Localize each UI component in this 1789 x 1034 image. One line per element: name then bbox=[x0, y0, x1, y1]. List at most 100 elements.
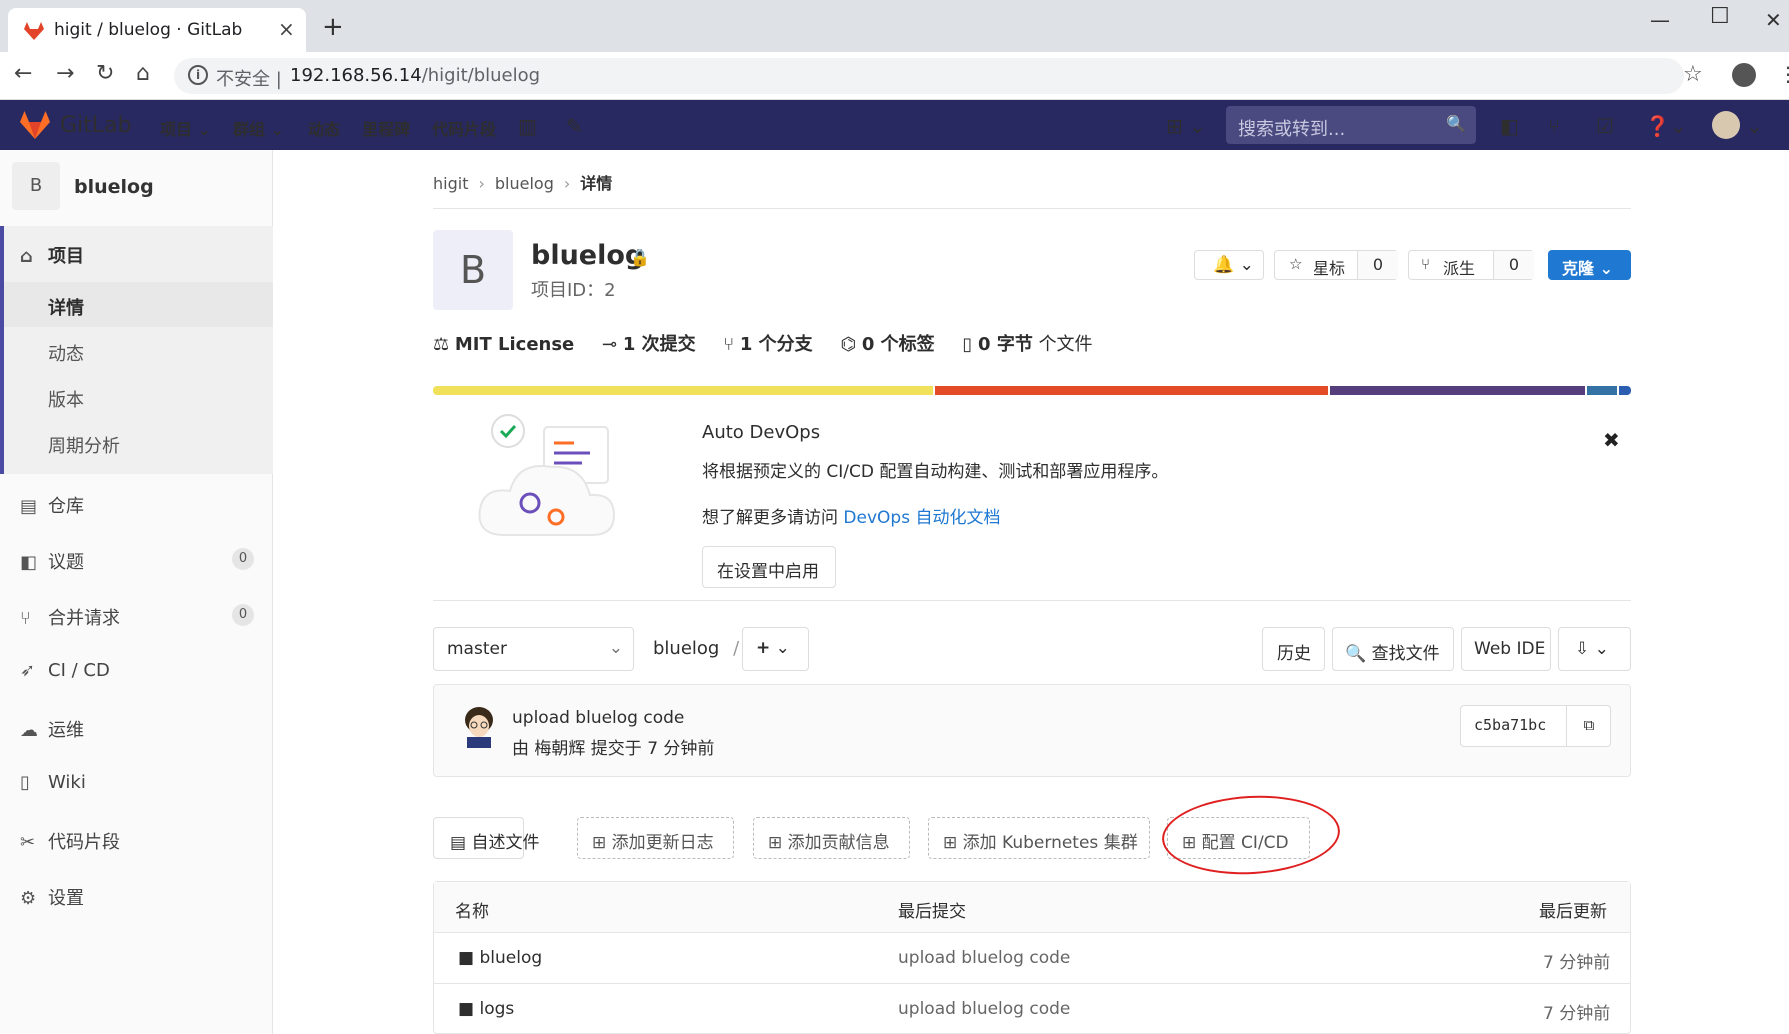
issues-icon[interactable]: ◧ bbox=[1500, 114, 1519, 138]
sidebar-subitem-releases[interactable]: 版本 bbox=[48, 386, 84, 412]
nav-milestones[interactable]: 里程碑 bbox=[362, 116, 410, 140]
row-commit-message[interactable]: upload bluelog code bbox=[898, 999, 1070, 1019]
help-icon[interactable]: ❓⌄ bbox=[1645, 114, 1687, 138]
merge-requests-count-badge: 0 bbox=[232, 604, 254, 626]
sidebar-subitem-cycle-analytics[interactable]: 周期分析 bbox=[48, 432, 120, 458]
profile-icon[interactable] bbox=[1732, 63, 1756, 87]
tab-close-icon[interactable]: × bbox=[278, 17, 295, 41]
add-kubernetes-button[interactable]: ⊞ 添加 Kubernetes 集群 bbox=[928, 817, 1150, 859]
lock-icon: 🔒 bbox=[630, 248, 650, 267]
gitlab-logo-icon[interactable] bbox=[20, 111, 50, 139]
sidebar-subitem-details[interactable]: 详情 bbox=[48, 294, 84, 320]
user-avatar[interactable] bbox=[1712, 111, 1740, 139]
download-dropdown[interactable]: ⇩ ⌄ bbox=[1558, 627, 1631, 671]
merge-requests-icon[interactable]: ⑂ bbox=[1548, 114, 1560, 138]
devops-docs-link[interactable]: DevOps 自动化文档 bbox=[843, 508, 1000, 528]
web-ide-button[interactable]: Web IDE bbox=[1461, 627, 1551, 671]
license-link[interactable]: ⚖ MIT License bbox=[433, 334, 574, 355]
breadcrumb-project[interactable]: bluelog bbox=[495, 174, 554, 193]
new-item-icon[interactable]: ⊞ ⌄ bbox=[1166, 114, 1206, 138]
forward-icon[interactable]: → bbox=[56, 63, 74, 85]
readme-button[interactable]: ▤ 自述文件 bbox=[433, 817, 539, 859]
commit-message[interactable]: upload bluelog code bbox=[512, 708, 684, 728]
notification-dropdown[interactable]: 🔔 ⌄ bbox=[1194, 250, 1264, 280]
reload-icon[interactable]: ↻ bbox=[96, 63, 114, 85]
nav-activity[interactable]: 动态 bbox=[308, 116, 340, 140]
gitlab-brand[interactable]: GitLab bbox=[60, 113, 132, 138]
search-input[interactable]: 搜索或转到... 🔍 bbox=[1226, 106, 1476, 144]
add-changelog-button[interactable]: ⊞ 添加更新日志 bbox=[577, 817, 734, 859]
add-file-dropdown[interactable]: + ⌄ bbox=[742, 627, 809, 671]
book-icon: ▯ bbox=[20, 772, 30, 793]
new-tab-button[interactable]: + bbox=[322, 14, 344, 40]
devops-description: 将根据预定义的 CI/CD 配置自动构建、测试和部署应用程序。 bbox=[702, 462, 1169, 482]
minimize-icon[interactable]: — bbox=[1650, 8, 1670, 32]
sidebar-item-ci-cd[interactable]: ➶ CI / CD bbox=[20, 660, 110, 681]
sidebar-project-avatar[interactable]: B bbox=[12, 162, 60, 210]
todos-icon[interactable]: ☑ bbox=[1596, 114, 1614, 138]
user-menu-chevron-icon[interactable]: ⌄ bbox=[1746, 114, 1763, 138]
sidebar-item-wiki[interactable]: ▯ Wiki bbox=[20, 772, 86, 793]
enable-in-settings-button[interactable]: 在设置中启用 bbox=[702, 546, 836, 588]
nav-groups[interactable]: 群组 ⌄ bbox=[233, 116, 284, 140]
repo-path-root[interactable]: bluelog bbox=[653, 638, 719, 659]
project-title: bluelog bbox=[531, 240, 645, 271]
gitlab-favicon-icon bbox=[24, 22, 44, 40]
url-text: 192.168.56.14/higit/bluelog bbox=[290, 65, 541, 86]
breadcrumb-group[interactable]: higit bbox=[433, 174, 468, 193]
nav-snippets[interactable]: 代码片段 bbox=[432, 116, 496, 140]
search-icon: 🔍 bbox=[1345, 644, 1367, 664]
sidebar-item-merge-requests[interactable]: ⑂ 合并请求 bbox=[20, 604, 120, 630]
add-contributing-button[interactable]: ⊞ 添加贡献信息 bbox=[753, 817, 910, 859]
branch-select[interactable]: master ⌄ bbox=[433, 627, 634, 671]
home-icon[interactable]: ⌂ bbox=[136, 63, 150, 85]
sidebar-subitem-activity[interactable]: 动态 bbox=[48, 340, 84, 366]
back-icon[interactable]: ← bbox=[14, 63, 32, 85]
star-count[interactable]: 0 bbox=[1357, 251, 1398, 279]
sidebar-item-settings[interactable]: ⚙ 设置 bbox=[20, 884, 84, 910]
sidebar-item-project[interactable]: ⌂ 项目 bbox=[20, 242, 84, 268]
language-bar bbox=[433, 386, 1631, 395]
sidebar-item-snippets[interactable]: ✂ 代码片段 bbox=[20, 828, 120, 854]
tab-title: higit / bluelog · GitLab bbox=[54, 20, 243, 40]
chart-icon[interactable]: ▥ bbox=[518, 114, 537, 138]
folder-link[interactable]: ■ bluelog bbox=[458, 948, 542, 968]
search-placeholder: 搜索或转到... bbox=[1238, 119, 1346, 140]
browser-tab[interactable]: higit / bluelog · GitLab × bbox=[8, 8, 306, 52]
folder-link[interactable]: ■ logs bbox=[458, 999, 514, 1019]
browser-menu-icon[interactable]: ⋮ bbox=[1778, 62, 1789, 86]
star-button[interactable]: ☆ 星标 0 bbox=[1274, 250, 1398, 280]
info-icon[interactable]: i bbox=[188, 65, 208, 85]
fork-count[interactable]: 0 bbox=[1493, 251, 1534, 279]
divider bbox=[433, 208, 1631, 209]
sidebar-active-subitem-bg bbox=[4, 282, 273, 327]
size-link[interactable]: ▯ 0 字节 个文件 bbox=[962, 334, 1114, 355]
branches-link[interactable]: ⑂ 1 个分支 bbox=[723, 334, 812, 355]
author-avatar[interactable] bbox=[460, 706, 498, 748]
sidebar-project-name[interactable]: bluelog bbox=[74, 176, 154, 198]
window-close-icon[interactable]: ✕ bbox=[1765, 8, 1782, 32]
row-commit-message[interactable]: upload bluelog code bbox=[898, 948, 1070, 968]
commit-sha[interactable]: c5ba71bc ⧉ bbox=[1460, 705, 1611, 747]
fork-button[interactable]: ⑂ 派生 0 bbox=[1408, 250, 1534, 280]
history-button[interactable]: 历史 bbox=[1262, 627, 1325, 671]
divider bbox=[433, 600, 1631, 601]
clone-button[interactable]: 克隆 ⌄ bbox=[1548, 250, 1631, 280]
cloud-gear-icon: ☁ bbox=[20, 720, 38, 741]
bookmark-star-icon[interactable]: ☆ bbox=[1683, 62, 1703, 87]
commits-link[interactable]: ⊸ 1 次提交 bbox=[602, 334, 696, 355]
maximize-icon[interactable]: ☐ bbox=[1710, 4, 1730, 29]
url-field[interactable]: i 不安全 | 192.168.56.14/higit/bluelog bbox=[174, 58, 1684, 94]
nav-projects[interactable]: 项目 ⌄ bbox=[160, 116, 211, 140]
tags-link[interactable]: ⌬ 0 个标签 bbox=[840, 334, 934, 355]
find-file-button[interactable]: 🔍 查找文件 bbox=[1332, 627, 1454, 671]
row-updated: 7 分钟前 bbox=[1543, 953, 1611, 973]
breadcrumb: higit › bluelog › 详情 bbox=[433, 174, 613, 193]
wrench-icon[interactable]: ✎ bbox=[566, 114, 583, 138]
sidebar-item-operations[interactable]: ☁ 运维 bbox=[20, 716, 84, 742]
sidebar-item-repository[interactable]: ▤ 仓库 bbox=[20, 492, 84, 518]
close-icon[interactable]: ✖ bbox=[1603, 428, 1620, 452]
sidebar-item-issues[interactable]: ◧ 议题 bbox=[20, 548, 84, 574]
star-icon: ☆ bbox=[1289, 255, 1303, 273]
copy-icon[interactable]: ⧉ bbox=[1566, 706, 1611, 746]
